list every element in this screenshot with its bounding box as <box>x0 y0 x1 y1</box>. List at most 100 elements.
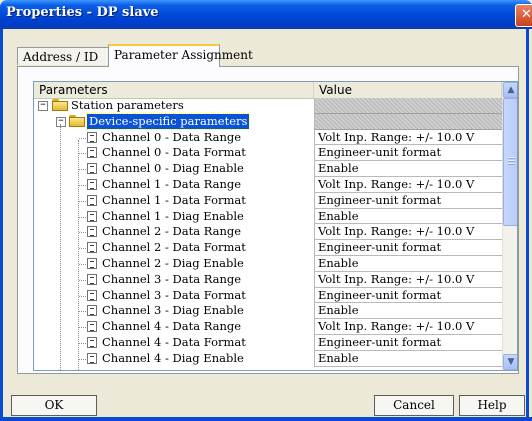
param-value[interactable]: Volt Inp. Range: +/- 10.0 V <box>314 176 502 193</box>
grid-header: Parameters Value <box>34 82 502 99</box>
tree-connector <box>79 232 86 234</box>
param-label: Channel 2 - Data Range <box>102 224 242 239</box>
param-value[interactable]: Enable <box>314 255 502 272</box>
param-label: Channel 3 - Diag Enable <box>102 303 244 318</box>
param-row[interactable]: Channel 1 - Diag Enable Enable <box>34 208 502 225</box>
param-row[interactable]: Channel 2 - Data Range Volt Inp. Range: +… <box>34 224 502 241</box>
collapse-icon[interactable]: − <box>56 116 66 127</box>
param-label: Channel 2 - Data Format <box>102 240 246 255</box>
param-label: Channel 0 - Diag Enable <box>102 161 244 176</box>
parameter-icon <box>87 289 97 301</box>
parameter-icon <box>87 242 97 254</box>
tree-connector <box>79 185 86 186</box>
cancel-button[interactable]: Cancel <box>374 395 454 416</box>
tab-parameter-assignment[interactable]: Parameter Assignment <box>108 44 253 67</box>
tree-connector <box>79 327 86 329</box>
param-row[interactable]: Channel 4 - Diag Enable Enable <box>34 350 502 367</box>
ok-button[interactable]: OK <box>11 395 97 416</box>
tab-address-id[interactable]: Address / ID <box>17 47 109 65</box>
param-row[interactable]: Channel 1 - Data Format Engineer-unit for… <box>34 192 502 209</box>
param-row[interactable]: Channel 2 - Diag Enable Enable <box>34 255 502 272</box>
param-row[interactable]: Channel 4 - Data Range Volt Inp. Range: +… <box>34 319 502 335</box>
param-value[interactable]: Engineer-unit format <box>314 145 502 162</box>
parameter-icon <box>87 178 97 190</box>
param-row[interactable]: Channel 0 - Data Format Engineer-unit for… <box>34 145 502 162</box>
param-value[interactable]: Volt Inp. Range: +/- 10.0 V <box>314 319 502 335</box>
parameter-icon <box>87 131 97 143</box>
vertical-scrollbar[interactable]: ▲ ▼ <box>502 82 517 370</box>
parameter-icon <box>87 305 97 317</box>
param-row[interactable]: Channel 2 - Data Format Engineer-unit for… <box>34 240 502 256</box>
param-value[interactable]: Volt Inp. Range: +/- 10.0 V <box>314 271 502 288</box>
tree-connector <box>79 279 86 281</box>
param-value[interactable]: Volt Inp. Range: +/- 10.0 V <box>314 129 502 146</box>
tree-row-value <box>314 113 502 130</box>
param-label: Channel 2 - Diag Enable <box>102 255 244 270</box>
parameter-icon <box>87 210 97 222</box>
parameter-grid: Parameters Value − Station parameters − … <box>33 81 518 371</box>
param-value[interactable]: Engineer-unit format <box>314 287 502 304</box>
parameter-icon <box>87 257 97 269</box>
param-label: Channel 3 - Data Format <box>102 287 246 302</box>
param-row[interactable]: Channel 3 - Diag Enable Enable <box>34 303 502 320</box>
param-value[interactable]: Engineer-unit format <box>314 240 502 256</box>
parameter-icon <box>87 273 97 285</box>
tree-connector <box>79 264 86 265</box>
grid-rows: − Station parameters − Device-specific p… <box>34 98 502 367</box>
window-title: Properties - DP slave <box>6 5 159 20</box>
scrollbar-thumb[interactable] <box>503 98 517 226</box>
parameter-icon <box>87 336 97 348</box>
help-button[interactable]: Help <box>459 395 525 416</box>
close-icon[interactable]: ✕ <box>515 4 532 27</box>
tree-connector <box>79 153 86 155</box>
tree-connector <box>79 169 86 171</box>
param-row[interactable]: Channel 1 - Data Range Volt Inp. Range: +… <box>34 176 502 193</box>
parameter-icon <box>87 147 97 159</box>
param-label: Channel 3 - Data Range <box>102 271 242 286</box>
param-label: Channel 0 - Data Format <box>102 145 246 160</box>
param-label: Channel 1 - Diag Enable <box>102 208 244 223</box>
param-row[interactable]: Channel 0 - Data Range Volt Inp. Range: +… <box>34 129 502 146</box>
window-bottom-border <box>0 417 532 421</box>
param-value[interactable]: Enable <box>314 161 502 177</box>
param-value[interactable]: Engineer-unit format <box>314 334 502 351</box>
param-row[interactable]: Channel 3 - Data Format Engineer-unit for… <box>34 287 502 304</box>
chevron-down-icon[interactable]: ▼ <box>503 354 517 370</box>
param-label: Channel 1 - Data Format <box>102 192 246 207</box>
chevron-up-icon[interactable]: ▲ <box>503 82 517 98</box>
collapse-icon[interactable]: − <box>38 101 48 111</box>
folder-icon <box>52 99 68 111</box>
param-row[interactable]: Channel 4 - Data Format Engineer-unit for… <box>34 334 502 351</box>
parameter-icon <box>87 321 97 333</box>
parameter-icon <box>87 163 97 175</box>
param-value[interactable]: Enable <box>314 208 502 225</box>
tree-connector <box>79 248 86 250</box>
param-label: Channel 4 - Data Range <box>102 319 242 334</box>
title-bar[interactable]: Properties - DP slave ✕ <box>0 0 532 29</box>
parameter-icon <box>87 226 97 238</box>
column-header-parameters[interactable]: Parameters <box>34 82 314 98</box>
param-row[interactable]: Channel 0 - Diag Enable Enable <box>34 161 502 177</box>
tree-connector <box>79 358 86 360</box>
column-header-value[interactable]: Value <box>314 82 502 98</box>
param-value[interactable]: Enable <box>314 303 502 320</box>
folder-icon <box>69 114 85 127</box>
tree-connector <box>79 200 86 202</box>
parameter-icon <box>87 352 97 364</box>
param-label: Channel 4 - Data Format <box>102 334 246 349</box>
tree-connector <box>79 311 86 313</box>
param-row[interactable]: Channel 3 - Data Range Volt Inp. Range: +… <box>34 271 502 288</box>
tree-connector <box>79 216 86 218</box>
tree-row-device-specific-parameters[interactable]: − Device-specific parameters <box>34 112 502 130</box>
tree-row-label: Station parameters <box>71 98 184 112</box>
tree-connector <box>79 295 86 297</box>
tree-connector <box>79 343 86 344</box>
param-value[interactable]: Enable <box>314 350 502 367</box>
tree-connector <box>79 137 86 139</box>
param-value[interactable]: Volt Inp. Range: +/- 10.0 V <box>314 224 502 241</box>
tree-connector <box>78 140 79 370</box>
param-value[interactable]: Engineer-unit format <box>314 192 502 209</box>
tree-row-station-parameters[interactable]: − Station parameters <box>34 98 502 114</box>
param-label: Channel 1 - Data Range <box>102 176 242 191</box>
tree-row-label-selected: Device-specific parameters <box>85 112 251 130</box>
